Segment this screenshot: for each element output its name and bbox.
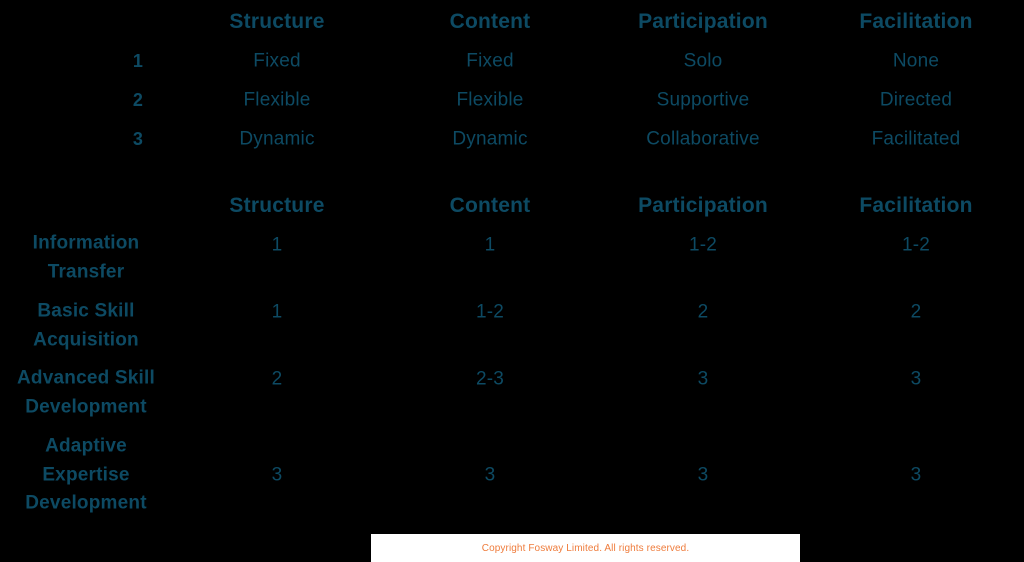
table2-cell-information-transfer-facilitation: 1-2: [901, 234, 931, 256]
table1-cell-r2-participation: Supportive: [656, 89, 750, 111]
table2-row-label-adaptive-expertise-development: Adaptive Expertise Development: [25, 435, 147, 514]
copyright-notice: Copyright Fosway Limited. All rights res…: [481, 542, 690, 554]
table2-row-label-information-transfer: Information Transfer: [32, 232, 140, 283]
table2-column-header-content: Content: [449, 194, 531, 218]
table1-row-level-2: 2: [132, 89, 144, 110]
table2-cell-advanced-skill-development-facilitation: 3: [910, 368, 922, 390]
table1-cell-r3-participation: Collaborative: [646, 128, 760, 150]
table2-row-label-advanced-skill-development: Advanced Skill Development: [17, 367, 155, 418]
slide-canvas: Structure Content Participation Facilita…: [0, 0, 1024, 562]
table1-cell-r1-content: Fixed: [466, 50, 514, 72]
table2-column-header-facilitation: Facilitation: [859, 194, 973, 218]
table2-row-label-basic-skill-acquisition: Basic Skill Acquisition: [33, 300, 139, 351]
table2-cell-information-transfer-structure: 1: [271, 234, 283, 256]
table2-cell-adaptive-expertise-development-structure: 3: [271, 464, 283, 486]
table2-cell-adaptive-expertise-development-content: 3: [484, 464, 496, 486]
table1-cell-r3-facilitation: Facilitated: [871, 128, 961, 150]
table2-cell-basic-skill-acquisition-content: 1-2: [475, 301, 505, 323]
table1-column-header-participation: Participation: [638, 10, 768, 34]
table1-row-level-3: 3: [132, 128, 144, 149]
table2-cell-basic-skill-acquisition-facilitation: 2: [910, 301, 922, 323]
table1-column-header-facilitation: Facilitation: [859, 10, 973, 34]
table1-cell-r3-structure: Dynamic: [239, 128, 315, 150]
footer-band: Copyright Fosway Limited. All rights res…: [371, 534, 800, 562]
table2-cell-information-transfer-participation: 1-2: [688, 234, 718, 256]
table2-column-header-structure: Structure: [229, 194, 325, 218]
table1-cell-r2-facilitation: Directed: [879, 89, 953, 111]
table1-cell-r1-facilitation: None: [892, 50, 940, 72]
table1-column-header-content: Content: [449, 10, 531, 34]
table2-cell-adaptive-expertise-development-facilitation: 3: [910, 464, 922, 486]
table1-cell-r2-structure: Flexible: [243, 89, 311, 111]
table2-cell-adaptive-expertise-development-participation: 3: [697, 464, 709, 486]
table1-cell-r1-structure: Fixed: [253, 50, 301, 72]
table2-cell-advanced-skill-development-content: 2-3: [475, 368, 505, 390]
table1-cell-r2-content: Flexible: [456, 89, 524, 111]
table2-cell-advanced-skill-development-participation: 3: [697, 368, 709, 390]
table1-row-level-1: 1: [132, 50, 144, 71]
table1-cell-r3-content: Dynamic: [452, 128, 528, 150]
table2-cell-information-transfer-content: 1: [484, 234, 496, 256]
table2-column-header-participation: Participation: [638, 194, 768, 218]
table2-cell-basic-skill-acquisition-participation: 2: [697, 301, 709, 323]
table1-column-header-structure: Structure: [229, 10, 325, 34]
table1-cell-r1-participation: Solo: [683, 50, 723, 72]
table2-cell-basic-skill-acquisition-structure: 1: [271, 301, 283, 323]
table2-cell-advanced-skill-development-structure: 2: [271, 368, 283, 390]
